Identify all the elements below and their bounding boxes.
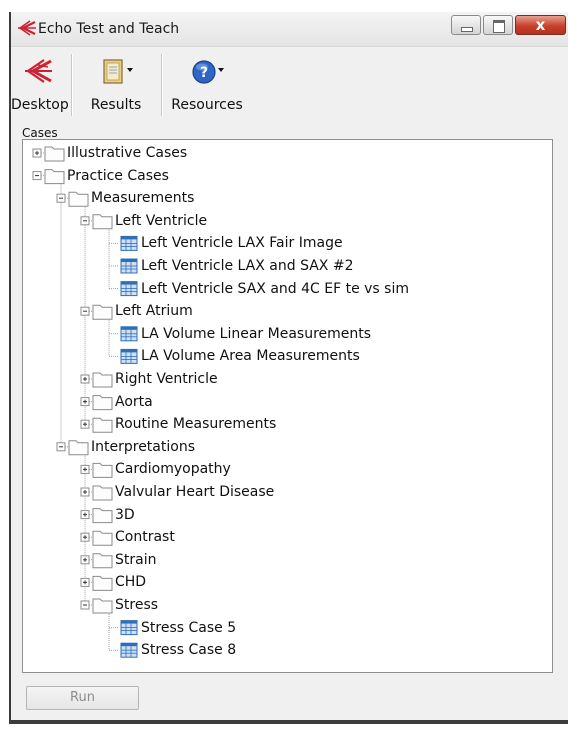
expand-icon[interactable] bbox=[80, 577, 90, 587]
echo-logo-icon bbox=[25, 59, 52, 83]
tree-folder-label[interactable]: 3D bbox=[115, 506, 135, 524]
tree-folder-label[interactable]: Illustrative Cases bbox=[67, 144, 187, 162]
case-document-icon bbox=[120, 642, 138, 658]
cases-label: Cases bbox=[22, 126, 58, 140]
tree-case-item[interactable]: LA Volume Area Measurements bbox=[141, 347, 360, 365]
folder-icon bbox=[44, 146, 65, 162]
tree-folder-label[interactable]: Interpretations bbox=[91, 438, 195, 456]
case-document-icon bbox=[120, 348, 138, 364]
tree-folder-label[interactable]: CHD bbox=[115, 573, 146, 591]
expand-icon[interactable] bbox=[80, 510, 90, 520]
folder-icon bbox=[68, 440, 89, 456]
tree-case-item[interactable]: Left Ventricle LAX Fair Image bbox=[141, 234, 343, 252]
folder-icon bbox=[92, 417, 113, 433]
expand-icon[interactable] bbox=[80, 464, 90, 474]
folder-icon bbox=[92, 485, 113, 501]
toolbar-separator bbox=[161, 54, 163, 116]
results-button[interactable]: Results bbox=[77, 46, 155, 120]
tree-folder-label[interactable]: Left Atrium bbox=[115, 302, 193, 320]
close-icon: x bbox=[535, 16, 546, 34]
minimize-button[interactable] bbox=[451, 15, 481, 35]
expand-icon[interactable] bbox=[80, 374, 90, 384]
folder-icon bbox=[92, 508, 113, 524]
collapse-icon[interactable] bbox=[56, 193, 66, 203]
expand-icon[interactable] bbox=[32, 148, 42, 158]
folder-icon bbox=[92, 214, 113, 230]
folder-icon bbox=[68, 191, 89, 207]
tree-folder-label[interactable]: Valvular Heart Disease bbox=[115, 483, 274, 501]
close-button[interactable]: x bbox=[515, 15, 566, 35]
tree-folder-label[interactable]: Right Ventricle bbox=[115, 370, 218, 388]
resources-button[interactable]: ? Resources bbox=[167, 46, 247, 120]
tree-folder-label[interactable]: Strain bbox=[115, 551, 156, 569]
tree-case-item[interactable]: LA Volume Linear Measurements bbox=[141, 325, 371, 343]
results-label: Results bbox=[90, 97, 142, 113]
help-question-icon: ? bbox=[192, 60, 224, 84]
collapse-icon[interactable] bbox=[80, 306, 90, 316]
collapse-icon[interactable] bbox=[32, 171, 42, 181]
tree-case-item[interactable]: Left Ventricle LAX and SAX #2 bbox=[141, 257, 353, 275]
svg-text:?: ? bbox=[200, 65, 208, 81]
tree-folder-label[interactable]: Contrast bbox=[115, 528, 175, 546]
folder-icon bbox=[92, 395, 113, 411]
folder-icon bbox=[92, 575, 113, 591]
echo-logo-icon bbox=[18, 20, 36, 36]
case-document-icon bbox=[120, 258, 138, 274]
tree-folder-label[interactable]: Stress bbox=[115, 596, 158, 614]
toolbar-separator bbox=[71, 54, 73, 116]
run-button[interactable]: Run bbox=[26, 686, 139, 710]
folder-icon bbox=[92, 372, 113, 388]
tree-case-item[interactable]: Left Ventricle SAX and 4C EF te vs sim bbox=[141, 280, 409, 298]
tree-folder-label[interactable]: Left Ventricle bbox=[115, 212, 207, 230]
collapse-icon[interactable] bbox=[80, 216, 90, 226]
desktop-label: Desktop bbox=[11, 97, 69, 113]
minimize-icon bbox=[461, 27, 473, 32]
expand-icon[interactable] bbox=[80, 555, 90, 565]
results-notebook-icon bbox=[103, 59, 133, 84]
folder-icon bbox=[92, 462, 113, 478]
folder-icon bbox=[92, 553, 113, 569]
expand-icon[interactable] bbox=[80, 419, 90, 429]
case-document-icon bbox=[120, 326, 138, 342]
folder-icon bbox=[92, 304, 113, 320]
expand-icon[interactable] bbox=[80, 487, 90, 497]
collapse-icon[interactable] bbox=[80, 600, 90, 610]
collapse-icon[interactable] bbox=[56, 442, 66, 452]
tree-folder-label[interactable]: Measurements bbox=[91, 189, 194, 207]
folder-icon bbox=[92, 530, 113, 546]
cases-tree[interactable]: Illustrative Cases Practice Cases Measurem… bbox=[22, 139, 553, 673]
tree-case-item[interactable]: Stress Case 5 bbox=[141, 619, 236, 637]
folder-icon bbox=[44, 169, 65, 185]
tree-folder-label[interactable]: Aorta bbox=[115, 393, 153, 411]
expand-icon[interactable] bbox=[80, 397, 90, 407]
folder-icon bbox=[92, 598, 113, 614]
title-bar[interactable]: Echo Test and Teach x bbox=[11, 12, 568, 47]
case-document-icon bbox=[120, 620, 138, 636]
tree-folder-label[interactable]: Routine Measurements bbox=[115, 415, 276, 433]
window-title: Echo Test and Teach bbox=[38, 21, 180, 37]
tree-case-item[interactable]: Stress Case 8 bbox=[141, 641, 236, 659]
resources-label: Resources bbox=[171, 97, 243, 113]
desktop-button[interactable]: Desktop bbox=[11, 46, 69, 120]
toolbar: Desktop Results ? Resources bbox=[11, 46, 568, 120]
maximize-button[interactable] bbox=[483, 15, 513, 35]
tree-connectors bbox=[32, 146, 138, 658]
case-document-icon bbox=[120, 281, 138, 297]
expand-icon[interactable] bbox=[80, 532, 90, 542]
maximize-icon bbox=[493, 20, 505, 33]
case-document-icon bbox=[120, 235, 138, 251]
tree-folder-label[interactable]: Practice Cases bbox=[67, 167, 169, 185]
tree-folder-label[interactable]: Cardiomyopathy bbox=[115, 460, 231, 478]
